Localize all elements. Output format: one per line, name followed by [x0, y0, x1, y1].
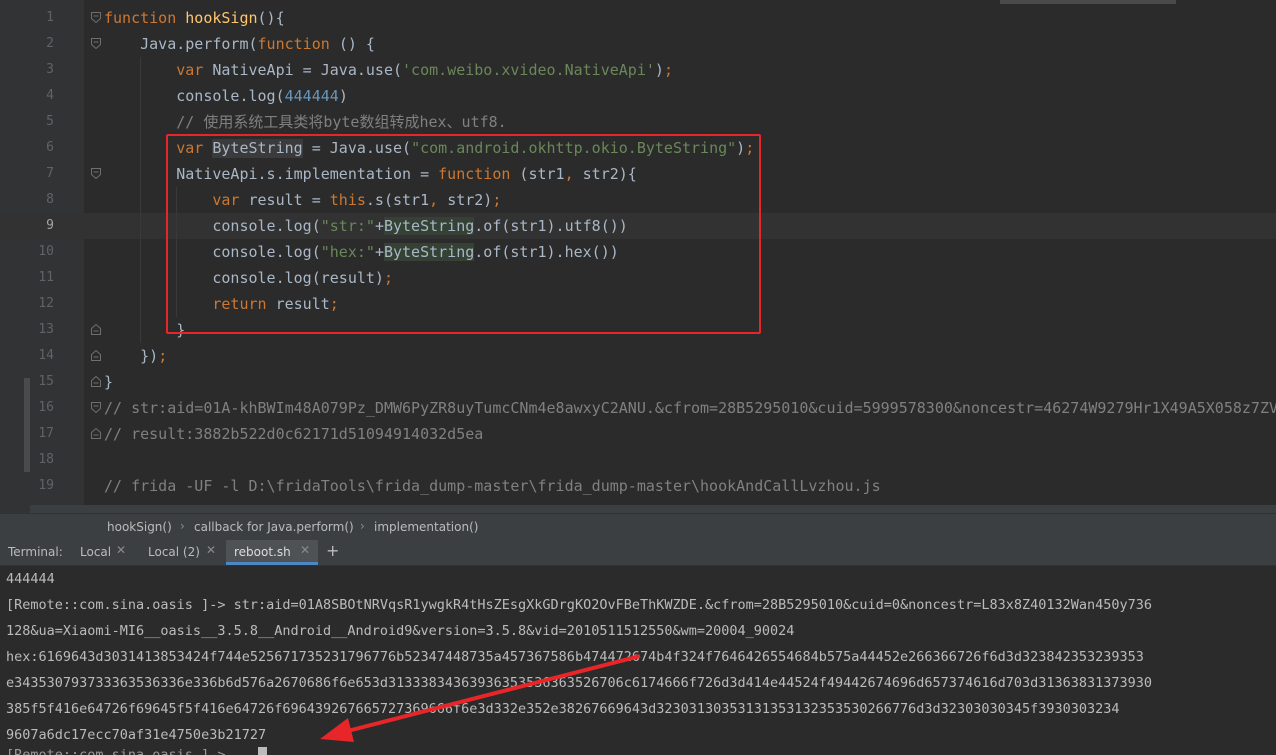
chevron-right-icon: › — [180, 519, 185, 533]
breadcrumb: hookSign() › callback for Java.perform()… — [0, 513, 1276, 541]
code-text: // str:aid=01A-khBWIm48A079Pz_DMW6PyZR8u… — [104, 399, 1276, 417]
close-icon[interactable]: ✕ — [300, 543, 310, 557]
code-line[interactable]: 3 var NativeApi = Java.use('com.weibo.xv… — [0, 57, 1276, 83]
terminal-label: Terminal: — [8, 545, 63, 559]
fold-icon[interactable] — [91, 402, 101, 413]
tab-reboot-sh[interactable]: reboot.sh ✕ — [226, 540, 318, 565]
breadcrumb-item-implementation[interactable]: implementation() — [374, 520, 478, 534]
code-text: var NativeApi = Java.use('com.weibo.xvid… — [176, 61, 673, 79]
line-number: 12 — [38, 296, 54, 311]
terminal-line: hex:6169643d3031413853424f744e5256717352… — [6, 649, 1144, 665]
code-text: // frida -UF -l D:\fridaTools\frida_dump… — [104, 477, 881, 495]
line-number: 2 — [46, 36, 54, 51]
terminal-tab-bar: Terminal: Local ✕ Local (2) ✕ reboot.sh … — [0, 540, 1276, 566]
terminal-prompt-line: [Remote::com.sina.oasis ]-> — [6, 747, 226, 755]
code-editor[interactable]: 1 function hookSign(){ 2 Java.perform(func… — [0, 0, 1276, 513]
line-number: 15 — [38, 374, 54, 389]
line-number: 6 — [46, 140, 54, 155]
close-icon[interactable]: ✕ — [116, 543, 126, 557]
terminal-line: [Remote::com.sina.oasis ]-> str:aid=01A8… — [6, 597, 1153, 613]
code-line[interactable]: 2 Java.perform(function () { — [0, 31, 1276, 57]
breadcrumb-item-callback[interactable]: callback for Java.perform() — [194, 520, 354, 534]
highlight-box — [166, 134, 761, 334]
fold-icon[interactable] — [91, 168, 101, 179]
terminal-cursor — [258, 747, 267, 755]
code-line[interactable]: 4 console.log(444444) — [0, 83, 1276, 109]
code-text: function hookSign(){ — [104, 9, 285, 27]
line-number: 11 — [38, 270, 54, 285]
code-line[interactable]: 19 // frida -UF -l D:\fridaTools\frida_du… — [0, 473, 1276, 499]
indent-guide — [140, 57, 141, 343]
breadcrumb-item-hooksign[interactable]: hookSign() — [107, 520, 172, 534]
line-number: 17 — [38, 426, 54, 441]
line-number: 1 — [46, 10, 54, 25]
code-line[interactable]: 1 function hookSign(){ — [0, 5, 1276, 31]
line-number: 3 — [46, 62, 54, 77]
terminal-line: 128&ua=Xiaomi-MI6__oasis__3.5.8__Android… — [6, 623, 795, 639]
code-line[interactable]: 17 // result:3882b522d0c62171d51094914032… — [0, 421, 1276, 447]
code-text: // result:3882b522d0c62171d51094914032d5… — [104, 425, 484, 443]
line-number: 13 — [38, 322, 54, 337]
line-number: 19 — [38, 478, 54, 493]
fold-icon[interactable] — [91, 350, 101, 361]
line-number: 7 — [46, 166, 54, 181]
horizontal-scrollbar[interactable] — [30, 505, 1276, 513]
tab-local[interactable]: Local ✕ — [72, 540, 136, 565]
code-line[interactable]: 15} — [0, 369, 1276, 395]
terminal-line: 444444 — [6, 571, 55, 587]
fold-icon[interactable] — [91, 428, 101, 439]
code-text: // 使用系统工具类将byte数组转成hex、utf8. — [176, 113, 507, 131]
fold-icon[interactable] — [91, 12, 101, 23]
tab-local-2[interactable]: Local (2) ✕ — [140, 540, 222, 565]
line-number: 4 — [46, 88, 54, 103]
code-text: } — [104, 373, 114, 391]
terminal-line: e343530793733363536336e336b6d576a2670686… — [6, 675, 1153, 691]
line-number: 5 — [46, 114, 54, 129]
add-tab-icon[interactable]: + — [326, 541, 339, 560]
chevron-right-icon: › — [360, 519, 365, 533]
fold-icon[interactable] — [91, 324, 101, 335]
fold-icon[interactable] — [91, 376, 101, 387]
line-number: 9 — [46, 218, 54, 233]
code-line[interactable]: 14 }); — [0, 343, 1276, 369]
terminal-output[interactable]: 444444 [Remote::com.sina.oasis ]-> str:a… — [0, 566, 1276, 755]
line-number: 8 — [46, 192, 54, 207]
terminal-line: 385f5f416e64726f69645f5f416e64726f696439… — [6, 701, 1120, 717]
line-number: 14 — [38, 348, 54, 363]
line-number: 18 — [38, 452, 54, 467]
code-line[interactable]: 5 // 使用系统工具类将byte数组转成hex、utf8. — [0, 109, 1276, 135]
close-icon[interactable]: ✕ — [206, 543, 216, 557]
line-number: 16 — [38, 400, 54, 415]
code-text: Java.perform(function () { — [104, 35, 375, 53]
code-text: }); — [104, 347, 168, 365]
code-line[interactable]: 18 — [0, 447, 1276, 473]
code-line[interactable]: 16 // str:aid=01A-khBWIm48A079Pz_DMW6PyZR… — [0, 395, 1276, 421]
terminal-result-line: 9607a6dc17ecc70af31e4750e3b21727 — [6, 727, 267, 743]
top-scroll-indicator — [1000, 0, 1176, 4]
line-number: 10 — [38, 244, 54, 259]
fold-icon[interactable] — [91, 38, 101, 49]
